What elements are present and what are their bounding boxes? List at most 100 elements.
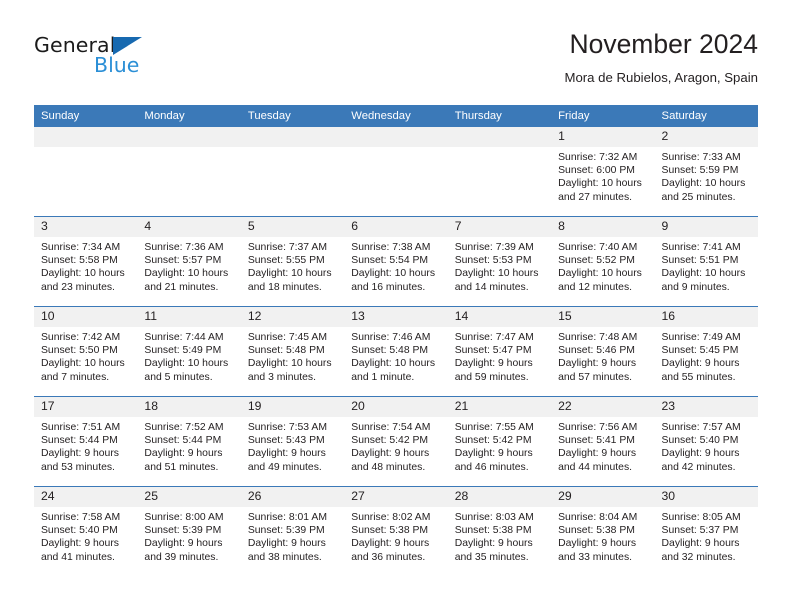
sunrise-text: Sunrise: 7:57 AM (661, 422, 741, 433)
calendar-day-cell[interactable]: 16 Sunrise: 7:49 AM Sunset: 5:45 PM Dayligh… (654, 306, 758, 397)
generalblue-logo[interactable]: General Blue (34, 34, 184, 86)
sunrise-text: Sunrise: 7:52 AM (144, 422, 224, 433)
sunrise-text: Sunrise: 8:02 AM (351, 512, 431, 523)
calendar-day-cell[interactable]: 20 Sunrise: 7:54 AM Sunset: 5:42 PM Dayligh… (344, 396, 448, 487)
day-details: Sunrise: 7:49 AM Sunset: 5:45 PM Daylight:… (655, 327, 758, 384)
calendar-week-row: 3 Sunrise: 7:34 AM Sunset: 5:58 PM Daylight… (34, 216, 758, 307)
calendar-day-cell[interactable]: 7 Sunrise: 7:39 AM Sunset: 5:53 PM Daylight… (447, 216, 552, 307)
daylight-text: Daylight: 10 hours and 12 minutes. (558, 268, 642, 293)
calendar-day-cell[interactable]: 23 Sunrise: 7:57 AM Sunset: 5:40 PM Dayligh… (654, 396, 758, 487)
calendar-day-cell[interactable]: 18 Sunrise: 7:52 AM Sunset: 5:44 PM Dayligh… (137, 396, 241, 487)
sunrise-text: Sunrise: 7:32 AM (558, 152, 638, 163)
daylight-text: Daylight: 10 hours and 9 minutes. (661, 268, 746, 293)
sunrise-text: Sunrise: 7:58 AM (41, 512, 121, 523)
day-number: 3 (34, 217, 138, 237)
calendar-day-cell[interactable]: 3 Sunrise: 7:34 AM Sunset: 5:58 PM Daylight… (34, 216, 138, 307)
daylight-text: Daylight: 9 hours and 33 minutes. (558, 538, 637, 563)
calendar-table: Sunday Monday Tuesday Wednesday Thursday… (34, 105, 758, 576)
day-details: Sunrise: 7:46 AM Sunset: 5:48 PM Daylight:… (344, 327, 447, 384)
calendar-day-cell[interactable]: 25 Sunrise: 8:00 AM Sunset: 5:39 PM Dayligh… (137, 486, 241, 576)
weekday-header-friday: Friday (551, 105, 655, 127)
calendar-day-cell[interactable]: 21 Sunrise: 7:55 AM Sunset: 5:42 PM Dayligh… (447, 396, 552, 487)
sunset-text: Sunset: 5:50 PM (41, 345, 118, 357)
day-number: 4 (137, 217, 241, 237)
calendar-day-cell[interactable]: 11 Sunrise: 7:44 AM Sunset: 5:49 PM Dayligh… (137, 306, 241, 397)
sunrise-text: Sunrise: 7:34 AM (41, 242, 121, 253)
day-number: 29 (551, 487, 655, 507)
sunrise-text: Sunrise: 7:44 AM (144, 332, 224, 343)
sunrise-text: Sunrise: 7:40 AM (558, 242, 638, 253)
sunset-text: Sunset: 5:38 PM (351, 525, 429, 537)
calendar-day-cell-empty (34, 127, 138, 217)
daylight-text: Daylight: 10 hours and 14 minutes. (454, 268, 539, 293)
sunset-text: Sunset: 5:49 PM (144, 345, 222, 357)
calendar-day-cell[interactable]: 4 Sunrise: 7:36 AM Sunset: 5:57 PM Daylight… (137, 216, 241, 307)
day-details: Sunrise: 7:42 AM Sunset: 5:50 PM Daylight:… (34, 327, 137, 384)
daylight-text: Daylight: 10 hours and 1 minute. (351, 358, 436, 383)
calendar-day-cell[interactable]: 26 Sunrise: 8:01 AM Sunset: 5:39 PM Dayligh… (240, 486, 345, 576)
sunrise-text: Sunrise: 7:53 AM (247, 422, 327, 433)
day-details: Sunrise: 8:00 AM Sunset: 5:39 PM Daylight:… (137, 507, 240, 564)
calendar-day-cell[interactable]: 30 Sunrise: 8:05 AM Sunset: 5:37 PM Dayligh… (654, 486, 758, 576)
sunrise-text: Sunrise: 7:51 AM (41, 422, 121, 433)
calendar-day-cell[interactable]: 9 Sunrise: 7:41 AM Sunset: 5:51 PM Daylight… (654, 216, 758, 307)
sunrise-text: Sunrise: 7:41 AM (661, 242, 741, 253)
day-details: Sunrise: 7:38 AM Sunset: 5:54 PM Daylight:… (344, 237, 447, 294)
page-title: November 2024 (569, 29, 758, 59)
sunrise-text: Sunrise: 7:47 AM (454, 332, 534, 343)
day-details: Sunrise: 7:53 AM Sunset: 5:43 PM Daylight:… (241, 417, 344, 474)
sunset-text: Sunset: 5:51 PM (661, 255, 739, 267)
calendar-day-cell[interactable]: 22 Sunrise: 7:56 AM Sunset: 5:41 PM Dayligh… (551, 396, 655, 487)
calendar-day-cell[interactable]: 10 Sunrise: 7:42 AM Sunset: 5:50 PM Dayligh… (34, 306, 138, 397)
calendar-week-row: 24 Sunrise: 7:58 AM Sunset: 5:40 PM Dayligh… (34, 486, 758, 576)
daylight-text: Daylight: 10 hours and 16 minutes. (351, 268, 436, 293)
sunrise-text: Sunrise: 7:36 AM (144, 242, 224, 253)
calendar-day-cell[interactable]: 14 Sunrise: 7:47 AM Sunset: 5:47 PM Dayligh… (447, 306, 552, 397)
calendar-day-cell[interactable]: 12 Sunrise: 7:45 AM Sunset: 5:48 PM Dayligh… (240, 306, 345, 397)
calendar-day-cell[interactable]: 27 Sunrise: 8:02 AM Sunset: 5:38 PM Dayligh… (344, 486, 448, 576)
day-details: Sunrise: 7:45 AM Sunset: 5:48 PM Daylight:… (241, 327, 344, 384)
day-number: 20 (344, 397, 448, 417)
day-number: 11 (137, 307, 241, 327)
sunrise-text: Sunrise: 8:01 AM (247, 512, 327, 523)
calendar-day-cell[interactable]: 19 Sunrise: 7:53 AM Sunset: 5:43 PM Dayligh… (240, 396, 345, 487)
weekday-header-monday: Monday (137, 105, 241, 127)
calendar-day-cell[interactable]: 17 Sunrise: 7:51 AM Sunset: 5:44 PM Dayligh… (34, 396, 138, 487)
day-number (34, 127, 138, 147)
sunset-text: Sunset: 5:38 PM (454, 525, 532, 537)
sunrise-text: Sunrise: 7:33 AM (661, 152, 741, 163)
day-details: Sunrise: 7:36 AM Sunset: 5:57 PM Daylight:… (137, 237, 240, 294)
calendar-day-cell[interactable]: 13 Sunrise: 7:46 AM Sunset: 5:48 PM Dayligh… (344, 306, 448, 397)
sunrise-text: Sunrise: 7:55 AM (454, 422, 534, 433)
title-block: November 2024 Mora de Rubielos, Aragon, … (564, 28, 758, 88)
day-details: Sunrise: 7:32 AM Sunset: 6:00 PM Daylight:… (551, 147, 654, 204)
day-number: 24 (34, 487, 138, 507)
day-number (447, 127, 552, 147)
sunset-text: Sunset: 5:46 PM (558, 345, 635, 357)
calendar-day-cell[interactable]: 5 Sunrise: 7:37 AM Sunset: 5:55 PM Daylight… (240, 216, 345, 307)
day-details: Sunrise: 7:33 AM Sunset: 5:59 PM Daylight:… (655, 147, 758, 204)
daylight-text: Daylight: 10 hours and 23 minutes. (41, 268, 125, 293)
calendar-day-cell[interactable]: 2 Sunrise: 7:33 AM Sunset: 5:59 PM Daylight… (654, 127, 758, 217)
sunset-text: Sunset: 5:48 PM (351, 345, 429, 357)
sunset-text: Sunset: 5:43 PM (247, 435, 325, 447)
day-details: Sunrise: 8:04 AM Sunset: 5:38 PM Daylight:… (551, 507, 654, 564)
calendar-day-cell[interactable]: 28 Sunrise: 8:03 AM Sunset: 5:38 PM Dayligh… (447, 486, 552, 576)
calendar-page: General Blue November 2024 Mora de Rubie… (0, 0, 792, 612)
calendar-day-cell[interactable]: 1 Sunrise: 7:32 AM Sunset: 6:00 PM Daylight… (551, 127, 655, 217)
weekday-header-saturday: Saturday (654, 105, 758, 127)
day-number (240, 127, 345, 147)
day-details: Sunrise: 7:41 AM Sunset: 5:51 PM Daylight:… (655, 237, 758, 294)
daylight-text: Daylight: 10 hours and 25 minutes. (661, 178, 746, 203)
daylight-text: Daylight: 9 hours and 32 minutes. (661, 538, 740, 563)
calendar-day-cell[interactable]: 6 Sunrise: 7:38 AM Sunset: 5:54 PM Daylight… (344, 216, 448, 307)
day-details: Sunrise: 7:47 AM Sunset: 5:47 PM Daylight:… (448, 327, 551, 384)
day-number: 30 (654, 487, 758, 507)
day-number: 23 (654, 397, 758, 417)
calendar-day-cell[interactable]: 15 Sunrise: 7:48 AM Sunset: 5:46 PM Dayligh… (551, 306, 655, 397)
calendar-day-cell[interactable]: 8 Sunrise: 7:40 AM Sunset: 5:52 PM Daylight… (551, 216, 655, 307)
calendar-day-cell[interactable]: 24 Sunrise: 7:58 AM Sunset: 5:40 PM Dayligh… (34, 486, 138, 576)
calendar-day-cell[interactable]: 29 Sunrise: 8:04 AM Sunset: 5:38 PM Dayligh… (551, 486, 655, 576)
day-details: Sunrise: 7:48 AM Sunset: 5:46 PM Daylight:… (551, 327, 654, 384)
sunset-text: Sunset: 5:57 PM (144, 255, 222, 267)
